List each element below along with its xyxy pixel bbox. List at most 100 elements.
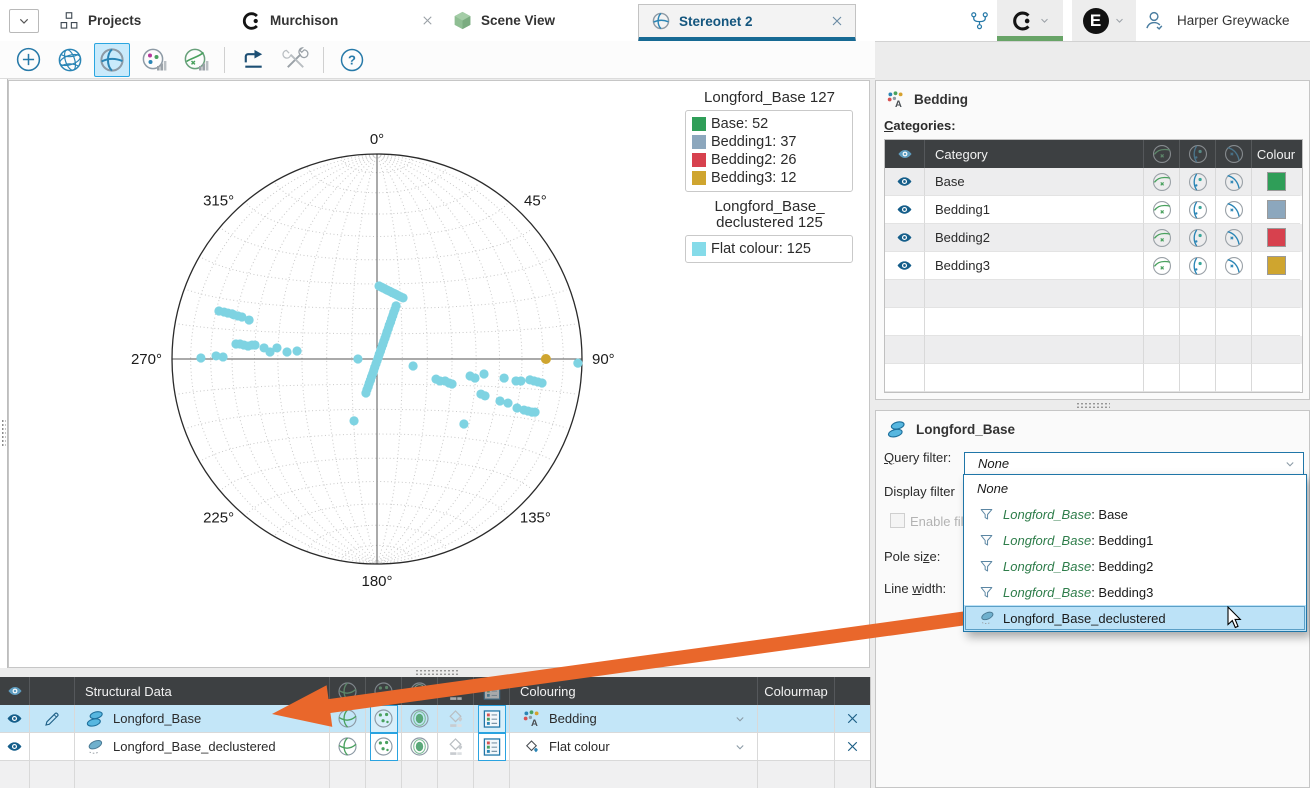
colouring-cell[interactable]: Flat colour	[510, 733, 758, 761]
workflow-branch-icon[interactable]	[968, 9, 991, 32]
horizontal-splitter[interactable]	[0, 668, 870, 677]
dropdown-item-bedding2[interactable]: Longford_Base: Bedding2	[964, 553, 1306, 579]
remove-row-button[interactable]	[835, 733, 870, 761]
close-icon[interactable]	[829, 13, 845, 29]
app-window: Projects Murchison Scene View Stereonet …	[0, 0, 1310, 788]
stereonet-view-button[interactable]	[94, 43, 130, 77]
splitter-grip[interactable]	[415, 669, 459, 676]
pole-plot-toggle[interactable]	[1180, 252, 1216, 280]
mean-plane-toggle[interactable]	[1144, 196, 1180, 224]
colouring-value: Flat colour	[549, 739, 610, 754]
central-product-button[interactable]	[997, 0, 1063, 41]
poles-column-header[interactable]	[366, 677, 402, 705]
colour-format-column-header[interactable]	[438, 677, 474, 705]
edit-cell[interactable]	[30, 705, 75, 733]
visibility-column-header[interactable]	[885, 140, 925, 168]
colour-format-button[interactable]	[438, 733, 474, 761]
category-row-bedding3[interactable]: Bedding3	[885, 252, 1302, 280]
visibility-cell[interactable]	[0, 705, 30, 733]
contours-column-header[interactable]	[402, 677, 438, 705]
nav-projects[interactable]: Projects	[58, 0, 141, 41]
mean-plane-toggle[interactable]	[1144, 168, 1180, 196]
id-button[interactable]: E	[1072, 0, 1136, 41]
tab-scene-view-label: Scene View	[481, 13, 555, 28]
new-stereonet-button[interactable]	[10, 43, 46, 77]
visibility-cell[interactable]	[885, 252, 925, 280]
colour-cell[interactable]	[1252, 224, 1300, 252]
planes-toggle[interactable]	[330, 733, 366, 761]
help-button[interactable]	[334, 43, 370, 77]
dropdown-item-bedding1[interactable]: Longford_Base: Bedding1	[964, 527, 1306, 553]
tab-murchison[interactable]: Murchison	[240, 0, 338, 41]
splitter-grip[interactable]	[1, 419, 6, 447]
colourmap-cell[interactable]	[758, 733, 835, 761]
remove-row-button[interactable]	[835, 705, 870, 733]
enable-filter-checkbox[interactable]	[890, 513, 905, 528]
stereonet-statistics-button[interactable]	[178, 43, 214, 77]
table-row-longford-base-declustered[interactable]: Longford_Base_declustered Flat colour	[0, 733, 870, 761]
poles-toggle[interactable]	[366, 705, 402, 733]
right-panel-splitter[interactable]	[875, 400, 1310, 410]
table-row-longford-base[interactable]: Longford_Base Bedding	[0, 705, 870, 733]
export-button[interactable]	[235, 43, 271, 77]
pole-plot-column-header[interactable]	[1180, 140, 1216, 168]
category-row-base[interactable]: Base	[885, 168, 1302, 196]
legend-toggle[interactable]	[474, 733, 510, 761]
legend-toggle[interactable]	[474, 705, 510, 733]
dropdown-item-bedding3[interactable]: Longford_Base: Bedding3	[964, 579, 1306, 605]
category-row-bedding2[interactable]: Bedding2	[885, 224, 1302, 252]
contours-icon	[408, 735, 431, 758]
dropdown-item-none[interactable]: None	[964, 475, 1306, 501]
visibility-cell[interactable]	[885, 168, 925, 196]
colouring-column-header[interactable]: Colouring	[510, 677, 758, 705]
query-filter-select[interactable]: None	[964, 452, 1304, 475]
planes-toggle[interactable]	[330, 705, 366, 733]
legend-entry: Bedding3: 12	[692, 169, 846, 187]
mean-plane-toggle[interactable]	[1144, 224, 1180, 252]
category-row-bedding1[interactable]: Bedding1	[885, 196, 1302, 224]
splitter-grip[interactable]	[1076, 402, 1110, 409]
great-circle-column-header[interactable]	[1216, 140, 1252, 168]
visibility-cell[interactable]	[885, 224, 925, 252]
great-circle-toggle[interactable]	[1216, 196, 1252, 224]
name-cell[interactable]: Longford_Base_declustered	[75, 733, 330, 761]
pole-plot-toggle[interactable]	[1180, 224, 1216, 252]
great-circle-toggle[interactable]	[1216, 168, 1252, 196]
colour-cell[interactable]	[1252, 196, 1300, 224]
dropdown-item-longford-base-declustered[interactable]: Longford_Base_declustered	[964, 605, 1306, 631]
tab-scene-view[interactable]: Scene View	[452, 0, 555, 41]
colourmap-cell[interactable]	[758, 705, 835, 733]
mean-plane-column-header[interactable]	[1144, 140, 1180, 168]
mean-plane-toggle[interactable]	[1144, 252, 1180, 280]
great-circle-toggle[interactable]	[1216, 224, 1252, 252]
colouring-cell[interactable]: Bedding	[510, 705, 758, 733]
name-cell[interactable]: Longford_Base	[75, 705, 330, 733]
planes-column-header[interactable]	[330, 677, 366, 705]
great-circle-toggle[interactable]	[1216, 252, 1252, 280]
colourmap-column-header[interactable]: Colourmap	[758, 677, 835, 705]
contours-toggle[interactable]	[402, 705, 438, 733]
visibility-cell[interactable]	[885, 196, 925, 224]
top-bar: Projects Murchison Scene View Stereonet …	[0, 0, 1310, 42]
close-icon[interactable]	[420, 13, 435, 28]
structural-data-column-header[interactable]: Structural Data	[75, 677, 330, 705]
visibility-column-header[interactable]	[0, 677, 30, 705]
category-column-header[interactable]: Category	[925, 140, 1144, 168]
window-menu-button[interactable]	[9, 9, 39, 33]
legend-column-header[interactable]	[474, 677, 510, 705]
pole-plot-toggle[interactable]	[1180, 168, 1216, 196]
colour-format-button[interactable]	[438, 705, 474, 733]
pole-plot-toggle[interactable]	[1180, 196, 1216, 224]
contours-toggle[interactable]	[402, 733, 438, 761]
scatter-statistics-button[interactable]	[136, 43, 172, 77]
poles-toggle[interactable]	[366, 733, 402, 761]
visibility-cell[interactable]	[0, 733, 30, 761]
dropdown-item-base[interactable]: Longford_Base: Base	[964, 501, 1306, 527]
3d-sphere-button[interactable]	[52, 43, 88, 77]
options-button[interactable]	[277, 43, 313, 77]
tab-stereonet-2[interactable]: Stereonet 2	[638, 4, 856, 42]
colour-cell[interactable]	[1252, 168, 1300, 196]
colour-cell[interactable]	[1252, 252, 1300, 280]
user-menu[interactable]: Harper Greywacke	[1142, 0, 1290, 41]
colour-column-header[interactable]: Colour	[1252, 140, 1300, 168]
